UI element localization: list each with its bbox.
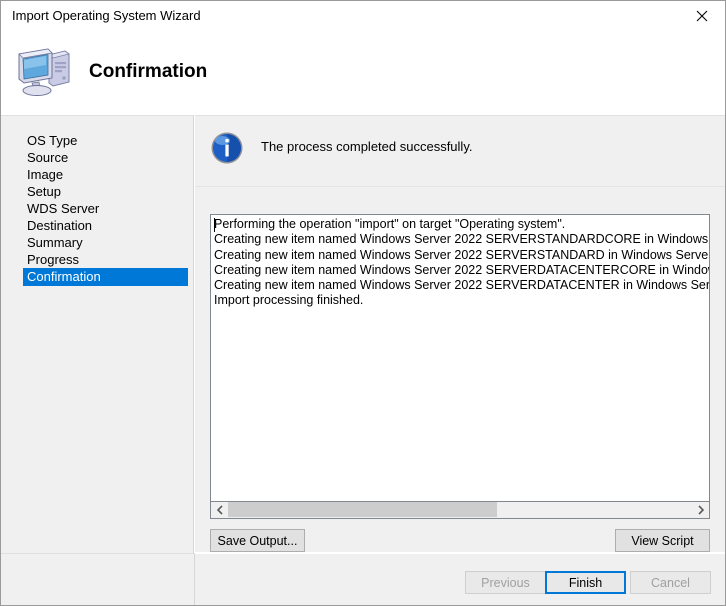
content-pane: The process completed successfully. Perf…: [195, 115, 725, 552]
close-icon[interactable]: [679, 1, 725, 31]
save-output-button[interactable]: Save Output...: [210, 529, 305, 552]
chevron-left-icon[interactable]: [211, 502, 228, 517]
page-title: Confirmation: [89, 61, 207, 83]
chevron-right-icon[interactable]: [692, 502, 709, 517]
wizard-window: Import Operating System Wizard: [0, 0, 726, 606]
computer-icon: [15, 45, 75, 99]
wizard-step-sidebar: OS Type Source Image Setup WDS Server De…: [1, 115, 194, 606]
footer-left-filler: [1, 553, 195, 606]
sidebar-item-destination[interactable]: Destination: [23, 217, 188, 235]
scrollbar-thumb[interactable]: [228, 502, 497, 517]
wizard-footer: Previous Finish Cancel: [195, 553, 725, 606]
title-bar: Import Operating System Wizard: [1, 1, 725, 31]
sidebar-item-os-type[interactable]: OS Type: [23, 132, 188, 150]
sidebar-item-wds-server[interactable]: WDS Server: [23, 200, 188, 218]
window-title: Import Operating System Wizard: [12, 8, 201, 23]
output-log-textbox[interactable]: Performing the operation "import" on tar…: [210, 214, 710, 502]
sidebar-item-progress[interactable]: Progress: [23, 251, 188, 269]
output-log-text: Performing the operation "import" on tar…: [214, 217, 710, 309]
status-message: The process completed successfully.: [261, 139, 472, 154]
sidebar-item-setup[interactable]: Setup: [23, 183, 188, 201]
sidebar-item-confirmation[interactable]: Confirmation: [23, 268, 188, 286]
output-horizontal-scrollbar[interactable]: [210, 502, 710, 519]
finish-button[interactable]: Finish: [545, 571, 626, 594]
info-icon: [210, 131, 244, 165]
content-divider: [195, 186, 725, 187]
sidebar-item-summary[interactable]: Summary: [23, 234, 188, 252]
view-script-button[interactable]: View Script: [615, 529, 710, 552]
sidebar-item-image[interactable]: Image: [23, 166, 188, 184]
previous-button[interactable]: Previous: [465, 571, 546, 594]
cancel-button[interactable]: Cancel: [630, 571, 711, 594]
wizard-header: Confirmation: [1, 31, 725, 115]
sidebar-item-source[interactable]: Source: [23, 149, 188, 167]
